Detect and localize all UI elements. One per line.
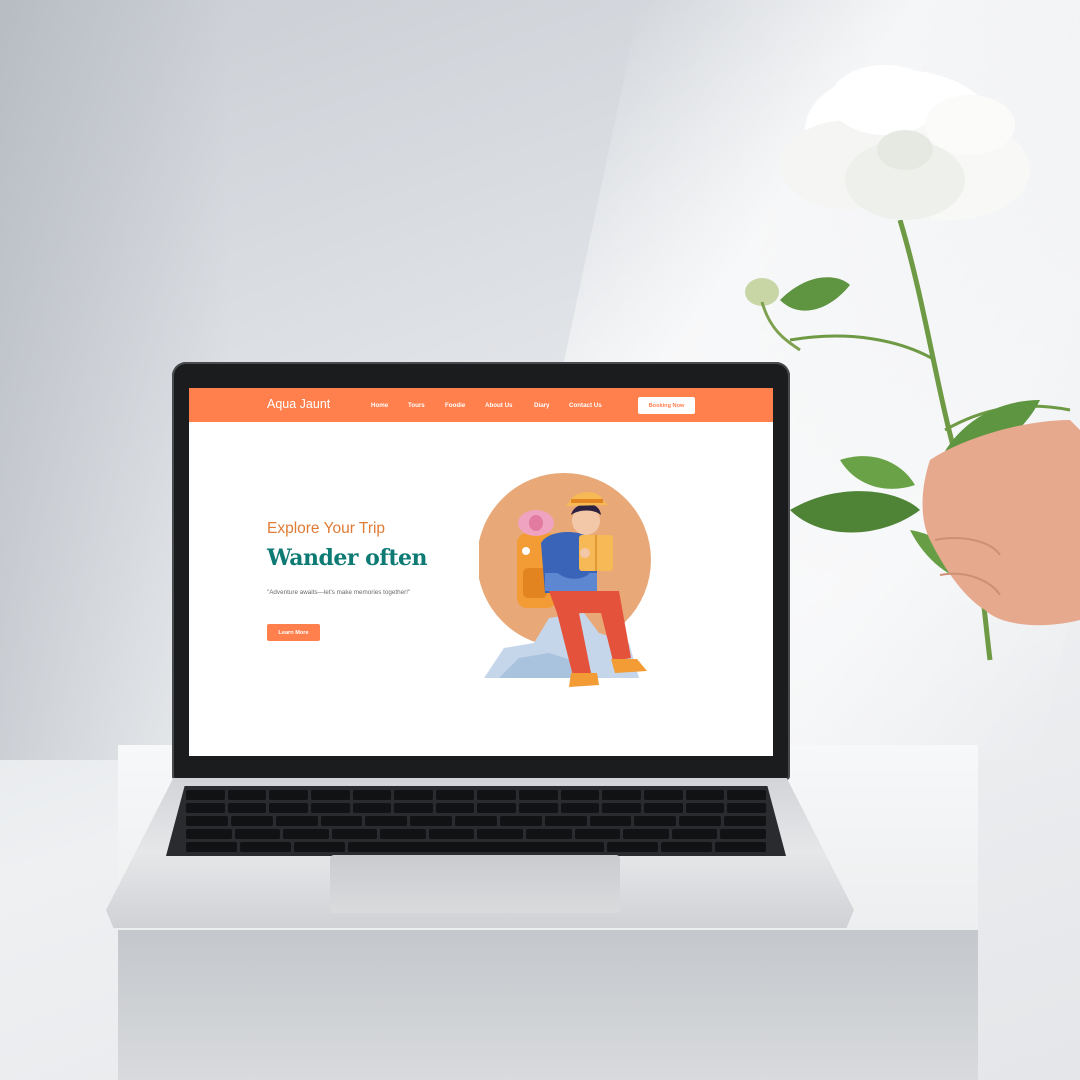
learn-more-button[interactable]: Learn More [267,624,320,641]
nav-about-us[interactable]: About Us [485,402,513,409]
laptop-trackpad [330,855,620,913]
nav-tours[interactable]: Tours [408,402,425,409]
laptop-keyboard [166,786,786,856]
nav-foodie[interactable]: Foodie [445,402,465,409]
laptop-screen: Aqua Jaunt Home Tours Foodie About Us Di… [189,388,773,756]
nav-contact-us[interactable]: Contact Us [569,402,602,409]
hero-quote: "Adventure awaits—let's make memories to… [267,589,411,596]
pedestal-shadow [118,930,978,1080]
site-navbar: Aqua Jaunt Home Tours Foodie About Us Di… [189,388,773,422]
nav-diary[interactable]: Diary [534,402,549,409]
booking-now-button[interactable]: Booking Now [638,397,695,414]
nav-home[interactable]: Home [371,402,388,409]
hero-subtitle: Explore Your Trip [267,520,386,537]
site-brand[interactable]: Aqua Jaunt [267,397,330,411]
hiker-illustration-icon [479,473,651,687]
hero-title: Wander often [267,545,427,571]
